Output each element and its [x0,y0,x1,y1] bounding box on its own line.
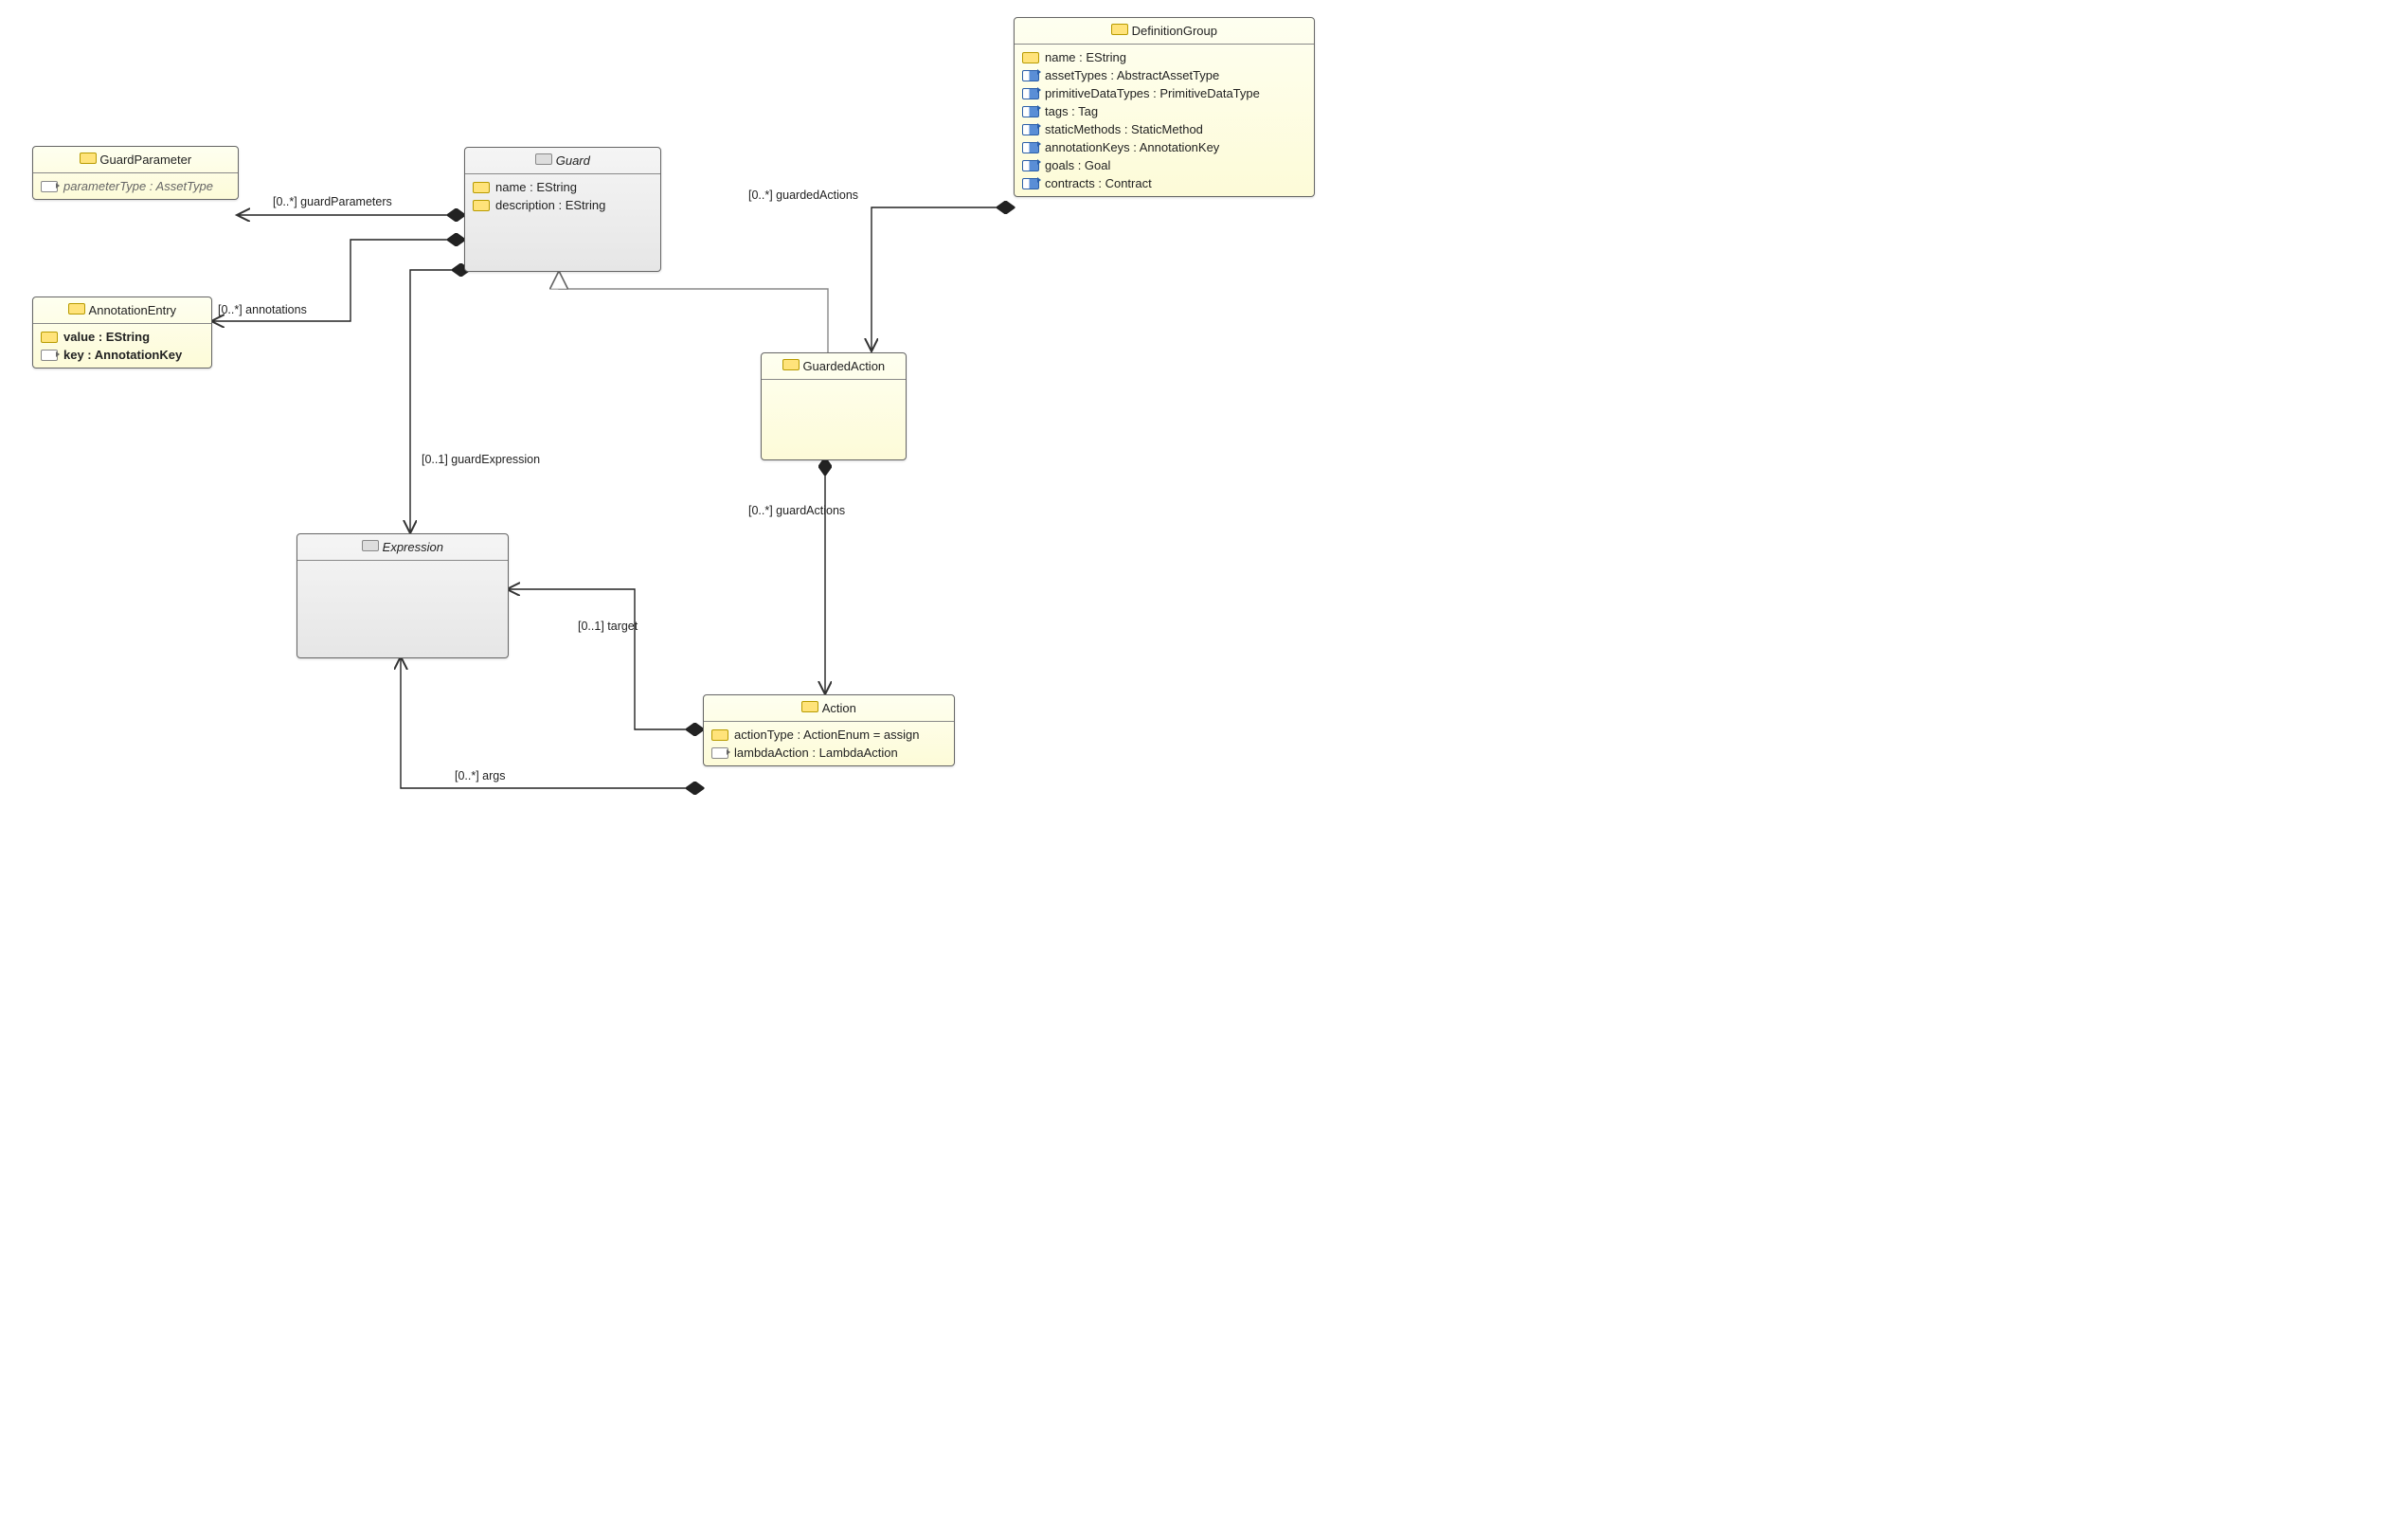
refmany-icon [1022,106,1039,117]
class-Expression[interactable]: Expression [297,533,509,658]
class-GuardedAction[interactable]: GuardedAction [761,352,907,460]
ref-icon [41,181,58,192]
label-args: [0..*] args [455,769,506,782]
class-icon [801,701,818,712]
class-GuardParameter[interactable]: GuardParameter parameterType : AssetType [32,146,239,200]
label-target: [0..1] target [578,620,638,633]
attr-icon [473,182,490,193]
abstract-class-icon [535,153,552,165]
class-title: GuardedAction [802,359,885,373]
class-icon [1111,24,1128,35]
abstract-class-icon [362,540,379,551]
attr-row: key : AnnotationKey [39,346,206,364]
class-title: GuardParameter [99,153,191,167]
refmany-icon [1022,124,1039,135]
refmany-icon [1022,160,1039,171]
label-guardParameters: [0..*] guardParameters [273,195,392,208]
attr-icon [1022,52,1039,63]
attr-row: description : EString [471,196,655,214]
attr-row: goals : Goal [1020,156,1308,174]
class-title: Action [822,701,856,715]
attr-icon [711,729,728,741]
refmany-icon [1022,178,1039,189]
attr-row: actionType : ActionEnum = assign [710,726,948,744]
attr-row: annotationKeys : AnnotationKey [1020,138,1308,156]
attr-row: contracts : Contract [1020,174,1308,192]
class-DefinitionGroup[interactable]: DefinitionGroup name : EString assetType… [1014,17,1315,197]
label-guardExpression: [0..1] guardExpression [422,453,540,466]
class-AnnotationEntry[interactable]: AnnotationEntry value : EString key : An… [32,297,212,369]
refmany-icon [1022,142,1039,153]
class-icon [80,153,97,164]
label-guardActions: [0..*] guardActions [748,504,845,517]
diagram-canvas: [0..*] guardParameters [0..*] annotation… [9,9,1355,881]
class-title: Guard [556,153,590,168]
refmany-icon [1022,70,1039,81]
class-Guard[interactable]: Guard name : EString description : EStri… [464,147,661,272]
ref-icon [711,747,728,759]
attr-icon [41,332,58,343]
attr-row: name : EString [471,178,655,196]
attr-icon [473,200,490,211]
attr-row: name : EString [1020,48,1308,66]
attr-row: lambdaAction : LambdaAction [710,744,948,762]
attr-row: primitiveDataTypes : PrimitiveDataType [1020,84,1308,102]
attr-row: value : EString [39,328,206,346]
attr-row: parameterType : AssetType [39,177,232,195]
attr-row: assetTypes : AbstractAssetType [1020,66,1308,84]
class-title: Expression [383,540,443,554]
refmany-icon [1022,88,1039,99]
attr-row: staticMethods : StaticMethod [1020,120,1308,138]
class-icon [782,359,800,370]
class-Action[interactable]: Action actionType : ActionEnum = assign … [703,694,955,766]
class-title: AnnotationEntry [89,303,177,317]
class-icon [68,303,85,315]
ref-icon [41,350,58,361]
class-title: DefinitionGroup [1132,24,1217,38]
label-guardedActions: [0..*] guardedActions [748,189,858,202]
label-annotations: [0..*] annotations [218,303,307,316]
attr-row: tags : Tag [1020,102,1308,120]
